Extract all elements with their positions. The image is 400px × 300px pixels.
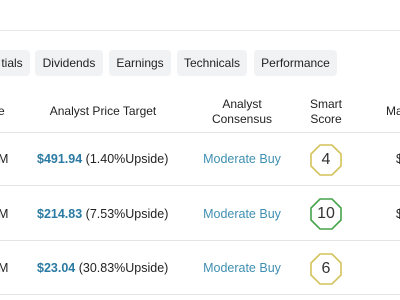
tab-dividends[interactable]: Dividends: [35, 50, 103, 76]
price-target-cell: $491.94 (1.40%Upside): [37, 152, 168, 166]
column-header-partial-right: Ma: [386, 104, 400, 118]
column-header-partial: e: [0, 104, 5, 118]
target-price[interactable]: $491.94: [37, 152, 82, 166]
tab-earnings[interactable]: Earnings: [109, 50, 171, 76]
row-partial-cell: M: [0, 207, 9, 221]
tab-performance[interactable]: Performance: [254, 50, 337, 76]
row-divider: [0, 294, 400, 295]
smart-score-value: 4: [321, 151, 331, 168]
header-divider: [0, 132, 400, 133]
column-header-consensus[interactable]: Analyst Consensus: [197, 97, 287, 127]
stock-comparison-panel: tials Dividends Earnings Technicals Perf…: [0, 0, 400, 300]
consensus-link[interactable]: Moderate Buy: [187, 152, 297, 166]
consensus-link[interactable]: Moderate Buy: [187, 207, 297, 221]
column-header-smart-score[interactable]: Smart Score: [298, 97, 354, 127]
smart-score-value: 6: [321, 260, 331, 277]
price-target-cell: $23.04 (30.83%Upside): [37, 261, 168, 275]
smart-score-badge[interactable]: 4: [309, 143, 343, 177]
target-price[interactable]: $214.83: [37, 207, 82, 221]
smart-score-badge[interactable]: 6: [309, 252, 343, 286]
row-divider: [0, 185, 400, 186]
row-partial-cell-right: $: [396, 207, 400, 221]
row-partial-cell-right: $: [396, 152, 400, 166]
tab-technicals[interactable]: Technicals: [177, 50, 247, 76]
upside-percent: (30.83%Upside): [78, 261, 169, 275]
upside-percent: (1.40%Upside): [85, 152, 169, 166]
consensus-header-line2: Consensus: [211, 112, 273, 126]
price-target-cell: $214.83 (7.53%Upside): [37, 207, 168, 221]
upside-percent: (7.53%Upside): [85, 207, 169, 221]
consensus-header-line1: Analyst: [222, 97, 262, 111]
score-header-line2: Score: [310, 112, 342, 126]
smart-score-badge[interactable]: 10: [309, 197, 343, 231]
row-divider: [0, 240, 400, 241]
smart-score-value: 10: [317, 205, 335, 222]
tab-fundamentals[interactable]: tials: [0, 50, 30, 76]
column-header-price-target[interactable]: Analyst Price Target: [38, 104, 168, 119]
top-divider: [0, 30, 400, 31]
consensus-link[interactable]: Moderate Buy: [187, 261, 297, 275]
target-price[interactable]: $23.04: [37, 261, 75, 275]
row-partial-cell: M: [0, 261, 9, 275]
row-partial-cell: M: [0, 152, 9, 166]
score-header-line1: Smart: [309, 97, 342, 111]
